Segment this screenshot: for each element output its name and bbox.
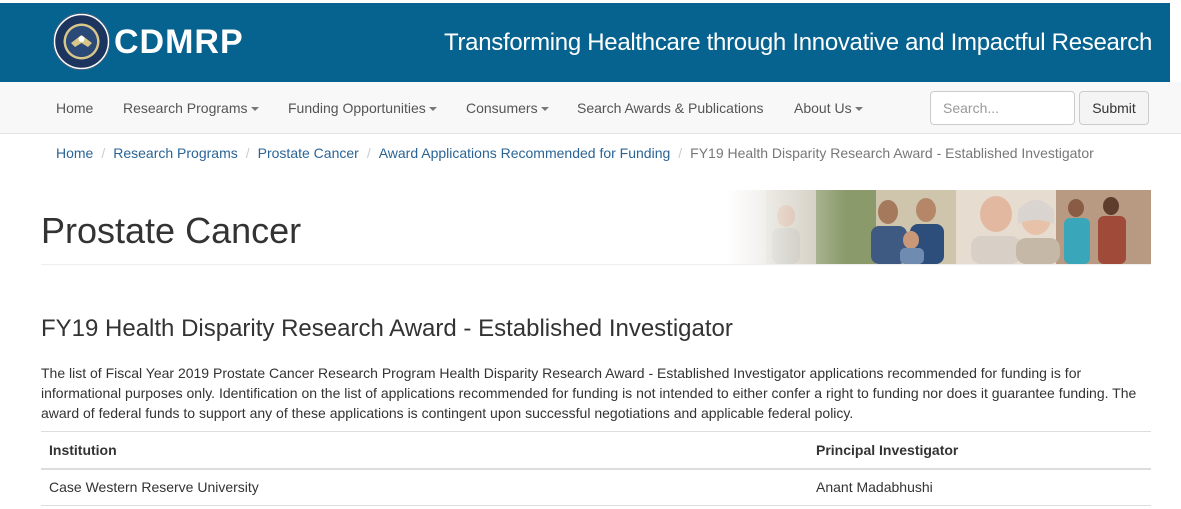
title-divider <box>41 264 1151 265</box>
nav-research-programs[interactable]: Research Programs <box>123 100 259 116</box>
caret-down-icon <box>540 107 549 112</box>
search-submit-button[interactable]: Submit <box>1079 91 1149 125</box>
award-description: The list of Fiscal Year 2019 Prostate Ca… <box>41 365 1137 421</box>
site-tagline: Transforming Healthcare through Innovati… <box>444 29 1152 56</box>
cell-principal-investigator: Anant Madabhushi <box>808 468 1151 506</box>
caret-down-icon <box>250 107 259 112</box>
caret-down-icon <box>428 107 437 112</box>
main-navbar: Home Research Programs Funding Opportuni… <box>0 82 1181 134</box>
column-header-institution: Institution <box>41 431 808 470</box>
breadcrumb: Home / Research Programs / Prostate Cancer / A… <box>56 145 1094 161</box>
breadcrumb-home[interactable]: Home <box>56 145 93 161</box>
breadcrumb-separator: / <box>245 145 250 161</box>
search-input[interactable] <box>930 91 1075 125</box>
nav-about-us[interactable]: About Us <box>794 100 863 116</box>
breadcrumb-separator: / <box>678 145 683 161</box>
cell-institution: Case Western Reserve University <box>41 468 808 506</box>
nav-funding-opportunities-label: Funding Opportunities <box>288 100 426 116</box>
nav-about-us-label: About Us <box>794 100 852 116</box>
dod-seal-icon[interactable] <box>53 13 110 70</box>
section-title: FY19 Health Disparity Research Award - E… <box>41 315 733 342</box>
caret-down-icon <box>854 107 863 112</box>
nav-consumers[interactable]: Consumers <box>466 100 549 116</box>
table-row: Case Western Reserve University Anant Ma… <box>41 468 1151 506</box>
nav-search-awards-label: Search Awards & Publications <box>577 100 764 116</box>
nav-funding-opportunities[interactable]: Funding Opportunities <box>288 100 437 116</box>
breadcrumb-award-applications[interactable]: Award Applications Recommended for Fundi… <box>379 145 671 161</box>
breadcrumb-prostate-cancer[interactable]: Prostate Cancer <box>258 145 359 161</box>
site-header: CDMRP Transforming Healthcare through In… <box>0 3 1170 82</box>
nav-home[interactable]: Home <box>56 100 93 116</box>
banner-image <box>726 190 1151 264</box>
column-header-principal-investigator: Principal Investigator <box>808 431 1151 470</box>
nav-research-programs-label: Research Programs <box>123 100 248 116</box>
brand-logo-text[interactable]: CDMRP <box>114 23 244 62</box>
nav-search-awards[interactable]: Search Awards & Publications <box>577 100 764 116</box>
table-header-row: Institution Principal Investigator <box>41 431 1151 470</box>
page-title: Prostate Cancer <box>41 210 302 251</box>
nav-consumers-label: Consumers <box>466 100 538 116</box>
breadcrumb-current: FY19 Health Disparity Research Award - E… <box>690 145 1094 161</box>
nav-home-label: Home <box>56 100 94 116</box>
breadcrumb-separator: / <box>101 145 106 161</box>
breadcrumb-research-programs[interactable]: Research Programs <box>113 145 238 161</box>
breadcrumb-separator: / <box>366 145 371 161</box>
awards-table: Institution Principal Investigator Case … <box>41 431 1151 506</box>
